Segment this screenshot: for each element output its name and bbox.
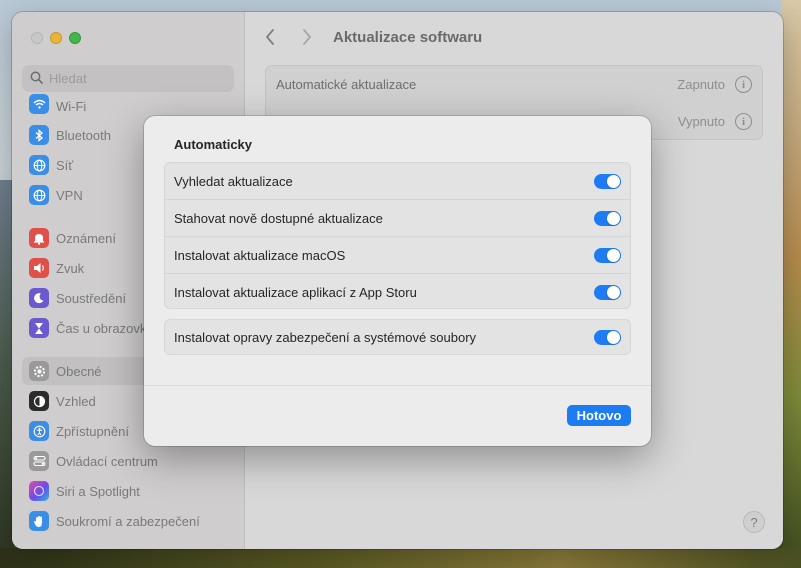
search-box[interactable] xyxy=(22,65,234,92)
page-title: Aktualizace softwaru xyxy=(333,29,483,46)
toggle-label: Vyhledat aktualizace xyxy=(174,174,293,189)
dialog-title: Automaticky xyxy=(174,137,253,152)
info-icon[interactable]: i xyxy=(735,76,752,93)
search-icon xyxy=(30,71,43,87)
install-app-store-toggle[interactable] xyxy=(594,284,621,300)
globe-icon xyxy=(29,155,49,175)
toggle-row-install-macos: Instalovat aktualizace macOS xyxy=(165,236,630,273)
toggle-row-check-updates: Vyhledat aktualizace xyxy=(165,163,630,200)
forward-chevron-icon[interactable] xyxy=(301,26,313,52)
appearance-icon xyxy=(29,391,49,411)
sidebar-item-control-center[interactable]: Ovládací centrum xyxy=(22,447,234,475)
sidebar-item-label: Zpřístupnění xyxy=(56,423,129,439)
download-updates-toggle[interactable] xyxy=(594,210,621,226)
toggle-label: Stahovat nově dostupné aktualizace xyxy=(174,210,383,226)
security-responses-toggle[interactable] xyxy=(594,329,621,345)
update-toggles-group: Vyhledat aktualizace Stahovat nově dostu… xyxy=(164,162,631,309)
back-chevron-icon[interactable] xyxy=(264,26,276,52)
security-toggles-group: Instalovat opravy zabezpečení a systémov… xyxy=(164,319,631,355)
toggle-row-security-responses: Instalovat opravy zabezpečení a systémov… xyxy=(165,320,630,354)
help-button[interactable]: ? xyxy=(743,511,765,533)
dialog-divider xyxy=(144,385,651,386)
sidebar-item-label: Síť xyxy=(56,157,74,173)
toggle-knob xyxy=(607,175,620,188)
automatic-updates-label: Automatické aktualizace xyxy=(276,77,417,92)
automatic-updates-dialog: Automaticky Vyhledat aktualizace Stahova… xyxy=(144,116,651,446)
desktop-wallpaper-right xyxy=(781,0,801,568)
minimize-window-button[interactable] xyxy=(50,32,62,44)
siri-icon xyxy=(29,481,49,501)
accessibility-icon xyxy=(29,421,49,441)
sidebar-item-siri-spotlight[interactable]: Siri a Spotlight xyxy=(22,477,234,505)
close-window-button[interactable] xyxy=(31,32,43,44)
window-controls xyxy=(31,32,81,44)
toggle-knob xyxy=(607,248,620,262)
toggle-label: Instalovat aktualizace aplikací z App St… xyxy=(174,284,417,300)
sidebar-item-label: Oznámení xyxy=(56,230,116,246)
desktop-wallpaper-bottom xyxy=(0,548,801,568)
install-macos-toggle[interactable] xyxy=(594,247,621,263)
sidebar-item-label: Soukromí a zabezpečení xyxy=(56,513,200,529)
speaker-icon xyxy=(29,258,49,278)
sidebar-item-label: Čas u obrazovky xyxy=(56,320,153,336)
toggle-knob xyxy=(607,211,620,225)
check-updates-toggle[interactable] xyxy=(594,174,621,189)
moon-icon xyxy=(29,288,49,308)
toggle-row-install-app-store: Instalovat aktualizace aplikací z App St… xyxy=(165,273,630,310)
sidebar-item-label: Zvuk xyxy=(56,260,85,276)
sidebar-item-label: Ovládací centrum xyxy=(56,453,158,469)
automatic-updates-value: Zapnuto xyxy=(677,77,725,92)
sidebar-item-label: VPN xyxy=(56,187,83,203)
sidebar-item-privacy-security[interactable]: Soukromí a zabezpečení xyxy=(22,507,234,535)
automatic-updates-row[interactable]: Automatické aktualizace Zapnuto i xyxy=(266,66,762,103)
gear-icon xyxy=(29,361,49,381)
info-icon[interactable]: i xyxy=(735,113,752,130)
search-input[interactable] xyxy=(49,71,219,86)
toggle-knob xyxy=(607,330,620,344)
sidebar-item-wifi[interactable]: Wi‑Fi xyxy=(22,92,234,114)
control-center-icon xyxy=(29,451,49,471)
bell-icon xyxy=(29,228,49,248)
hand-icon xyxy=(29,511,49,531)
wifi-icon xyxy=(29,94,49,114)
sidebar-item-label: Siri a Spotlight xyxy=(56,483,140,499)
toggle-label: Instalovat opravy zabezpečení a systémov… xyxy=(174,329,477,345)
vpn-globe-icon xyxy=(29,185,49,205)
sidebar-item-label: Soustředění xyxy=(56,290,127,306)
beta-updates-value: Vypnuto xyxy=(677,114,725,129)
hourglass-icon xyxy=(29,318,49,338)
done-button[interactable]: Hotovo xyxy=(567,405,631,426)
sidebar-item-label: Obecné xyxy=(56,363,102,379)
sidebar-item-label: Bluetooth xyxy=(56,127,111,143)
sidebar-item-label: Wi‑Fi xyxy=(56,99,87,114)
bluetooth-icon xyxy=(29,125,49,145)
toggle-knob xyxy=(607,285,620,299)
toggle-label: Instalovat aktualizace macOS xyxy=(174,247,346,263)
toggle-row-download-updates: Stahovat nově dostupné aktualizace xyxy=(165,199,630,236)
sidebar-item-label: Vzhled xyxy=(56,393,96,409)
maximize-window-button[interactable] xyxy=(69,32,81,44)
